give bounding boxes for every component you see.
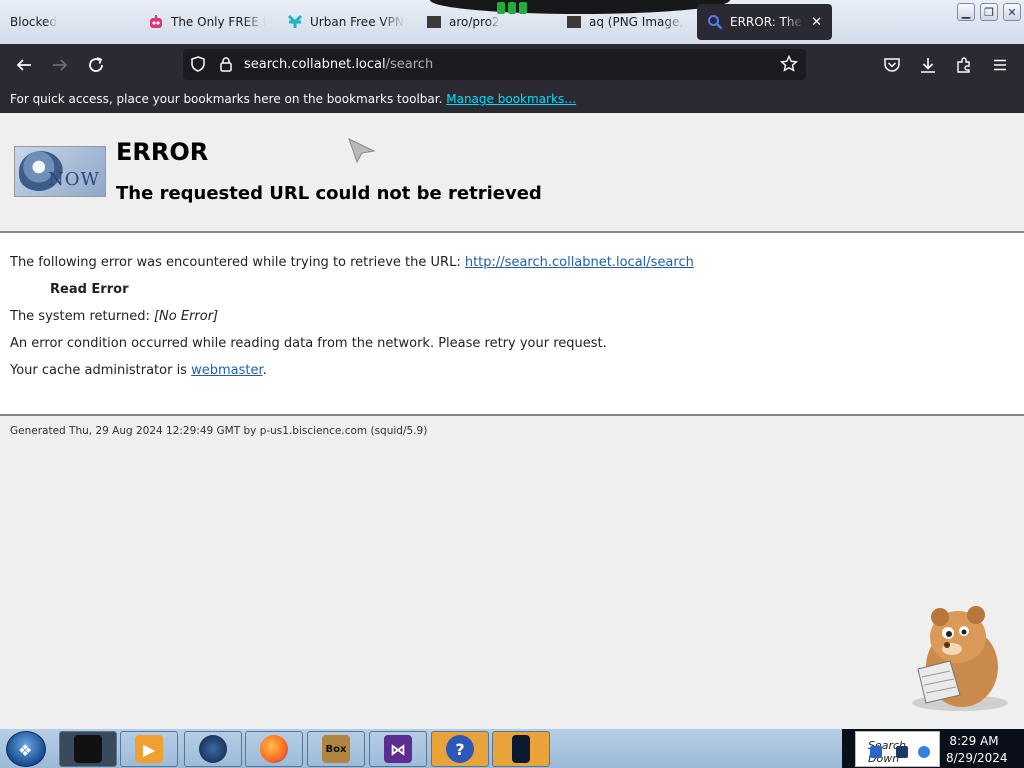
search-icon <box>707 14 723 30</box>
taskbar-visual-studio[interactable]: ⋈ <box>369 731 427 767</box>
menu-button[interactable] <box>988 53 1012 77</box>
download-icon <box>921 58 935 73</box>
star-icon[interactable] <box>780 55 798 73</box>
pocket-icon <box>884 58 900 72</box>
taskbar: ❖ ▶ Box ⋈ ? Search Down 8:29 AM 8/29/202… <box>0 728 1024 768</box>
image-icon <box>566 14 582 30</box>
reload-icon <box>89 57 103 72</box>
url-path: /search <box>385 57 434 72</box>
bookmarks-hint: For quick access, place your bookmarks h… <box>10 92 443 106</box>
taskbar-media-player[interactable]: ▶ <box>120 731 178 767</box>
taskbar-help[interactable]: ? <box>431 731 489 767</box>
url-text[interactable]: search.collabnet.local/search <box>244 57 433 72</box>
clock-date[interactable]: 8/29/2024 <box>946 751 1008 765</box>
hamburger-icon <box>994 59 1006 71</box>
error-url-link[interactable]: http://search.collabnet.local/search <box>465 255 694 270</box>
tab-label: ERROR: The requ <box>730 15 803 29</box>
mouse-cursor-icon <box>348 138 376 164</box>
taskbar-terminal[interactable] <box>59 731 117 767</box>
puzzle-icon <box>957 57 970 73</box>
clock-time[interactable]: 8:29 AM <box>946 734 1002 748</box>
camera-indicator <box>497 2 527 16</box>
tab-label: aro/pro2 <box>449 15 500 29</box>
back-button[interactable] <box>12 53 36 77</box>
forward-button[interactable] <box>48 53 72 77</box>
system-returned-value: [No Error] <box>153 309 219 324</box>
tablet-icon <box>512 735 530 763</box>
tab-blocked[interactable]: Blocked <box>10 4 130 40</box>
lock-icon[interactable] <box>217 55 235 73</box>
tab-aq-png[interactable]: aq (PNG Image, 1 <box>566 4 686 40</box>
shield-icon[interactable] <box>189 55 207 73</box>
error-url-line: The following error was encountered whil… <box>10 255 694 270</box>
tab-label: Urban Free VPN p <box>310 15 405 29</box>
bookmarks-toolbar: For quick access, place your bookmarks h… <box>0 85 1024 113</box>
downloads-button[interactable] <box>916 53 940 77</box>
monitor-icon[interactable] <box>896 746 908 758</box>
sandbox-icon: Box <box>322 735 350 763</box>
page-subtitle: The requested URL could not be retrieved <box>116 183 542 204</box>
system-returned-line: The system returned: [No Error] <box>10 309 218 324</box>
url-host: search.collabnet.local <box>244 57 386 72</box>
hamster-mascot-icon <box>912 606 1008 711</box>
globe-icon <box>199 735 227 763</box>
admin-suffix: . <box>262 363 267 378</box>
navigation-toolbar: search.collabnet.local/search <box>0 44 1024 85</box>
visual-studio-icon: ⋈ <box>384 735 412 763</box>
reload-button[interactable] <box>84 53 108 77</box>
tab-strip: Blocked The Only FREE Pro Urban Free VPN… <box>0 0 1024 44</box>
page-content: NOW ERROR The requested URL could not be… <box>0 113 1024 728</box>
pocket-button[interactable] <box>880 53 904 77</box>
webmaster-link[interactable]: webmaster <box>191 363 263 378</box>
squid-logo: NOW <box>14 146 106 197</box>
tab-label: Blocked <box>10 15 58 29</box>
error-description: An error condition occurred while readin… <box>10 336 607 351</box>
admin-prefix: Your cache administrator is <box>10 363 187 378</box>
page-title: ERROR <box>116 138 209 166</box>
restore-button[interactable]: ❐ <box>980 3 998 21</box>
error-name: Read Error <box>50 282 129 297</box>
terminal-icon <box>74 735 102 763</box>
file-icon <box>426 14 442 30</box>
minimize-button[interactable]: ▁ <box>957 3 975 21</box>
media-player-icon: ▶ <box>135 735 163 763</box>
arrow-left-icon <box>16 59 31 71</box>
windows-logo-icon: ❖ <box>18 741 33 760</box>
window-close-button[interactable]: ✕ <box>1003 3 1021 21</box>
tab-only-free-pro[interactable]: The Only FREE Pro <box>148 4 266 40</box>
arrow-right-icon <box>53 59 68 71</box>
admin-line: Your cache administrator is webmaster. <box>10 363 267 378</box>
start-button[interactable]: ❖ <box>6 731 46 767</box>
urban-vpn-icon <box>287 14 303 30</box>
tab-label: aq (PNG Image, 1 <box>589 15 686 29</box>
taskbar-globe[interactable] <box>184 731 242 767</box>
taskbar-tablet[interactable] <box>492 731 550 767</box>
address-bar[interactable]: search.collabnet.local/search <box>183 49 806 80</box>
taskbar-firefox[interactable] <box>245 731 303 767</box>
robot-icon <box>148 14 164 30</box>
error-url-prefix: The following error was encountered whil… <box>10 255 461 270</box>
tab-urban-vpn[interactable]: Urban Free VPN p <box>287 4 405 40</box>
error-details: The following error was encountered whil… <box>0 231 1024 416</box>
firefox-icon <box>260 735 288 763</box>
generated-footer: Generated Thu, 29 Aug 2024 12:29:49 GMT … <box>10 425 428 437</box>
tab-error-active[interactable]: ERROR: The requ ✕ <box>697 4 832 40</box>
taskbar-sandbox[interactable]: Box <box>307 731 365 767</box>
network-icon[interactable] <box>870 746 882 758</box>
tray-notification[interactable]: Search Down <box>855 731 940 767</box>
system-returned-prefix: The system returned: <box>10 309 150 324</box>
logo-text: NOW <box>47 169 100 190</box>
tab-label: The Only FREE Pro <box>171 15 266 29</box>
close-icon[interactable]: ✕ <box>811 15 822 30</box>
help-icon: ? <box>446 735 474 763</box>
volume-icon[interactable] <box>918 746 930 758</box>
manage-bookmarks-link[interactable]: Manage bookmarks… <box>446 92 576 106</box>
extensions-button[interactable] <box>952 53 976 77</box>
